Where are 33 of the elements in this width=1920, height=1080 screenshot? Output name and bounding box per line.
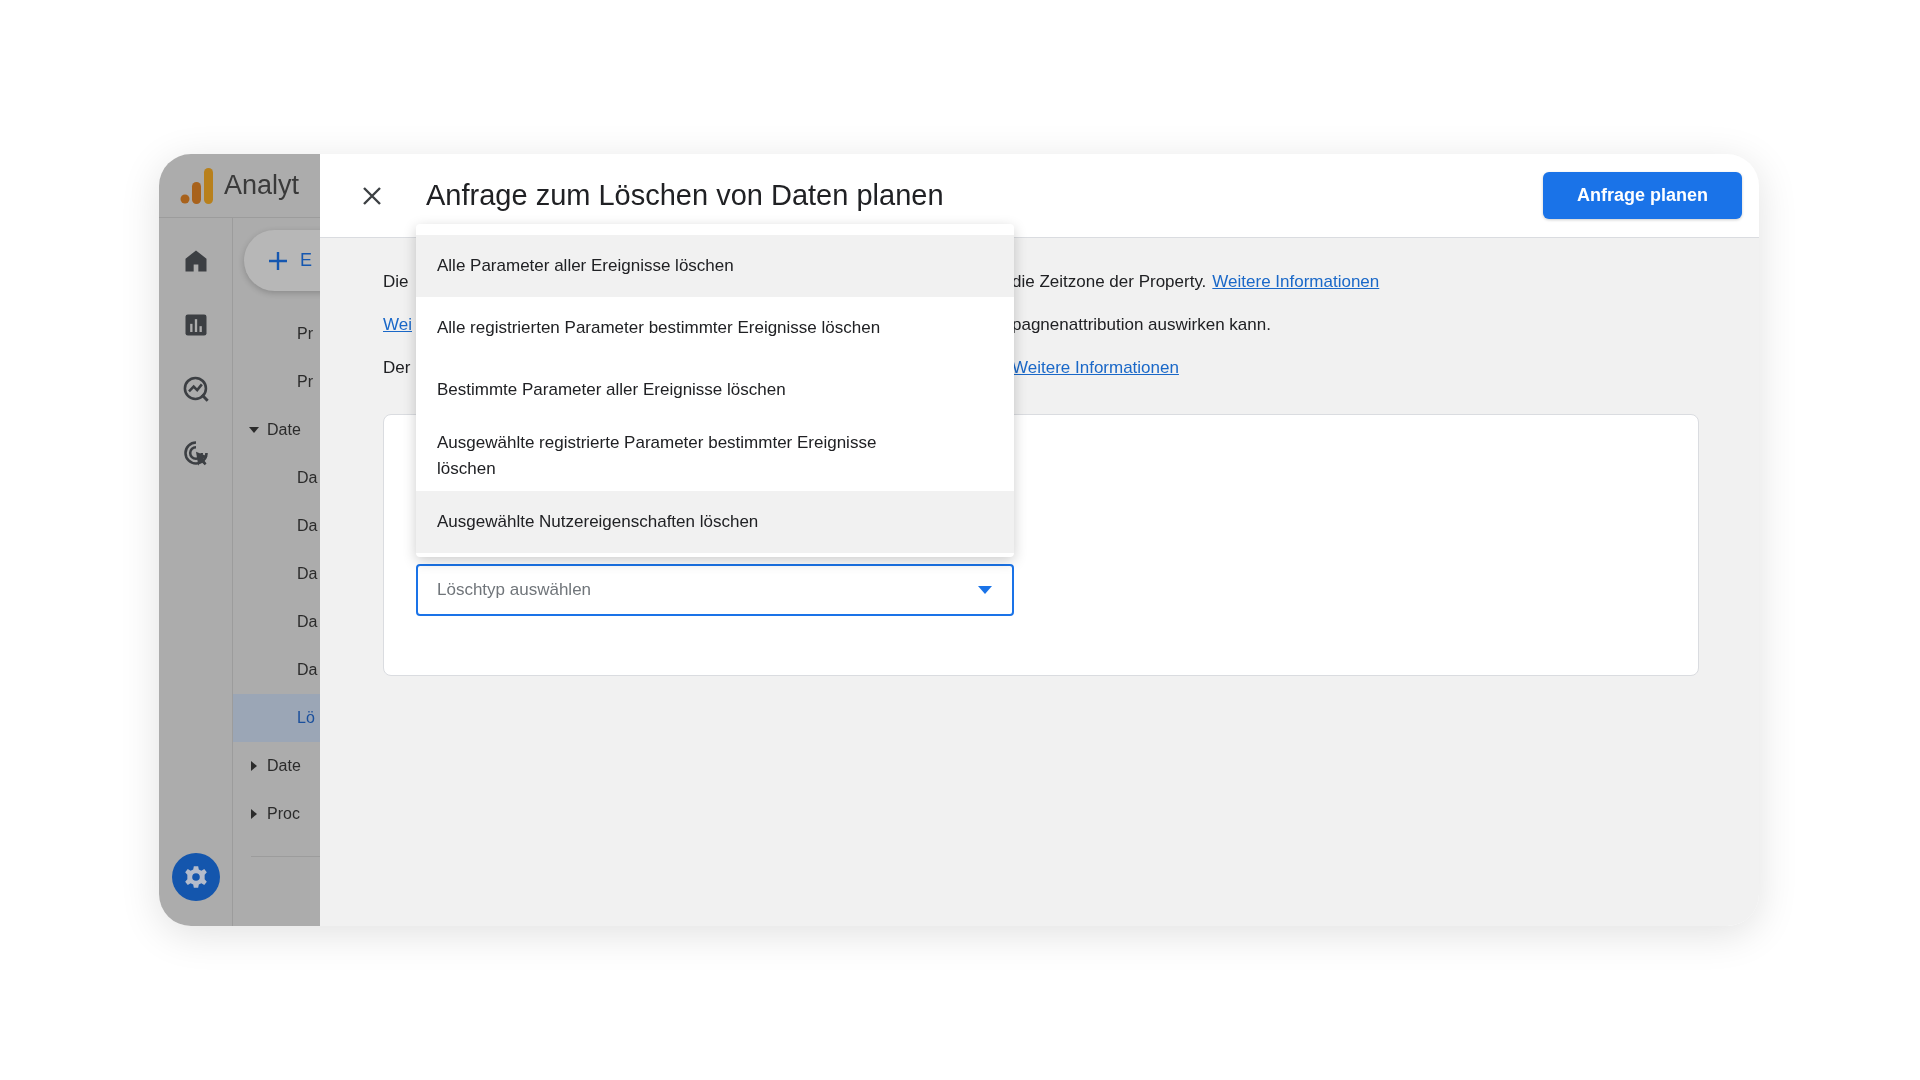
more-info-link[interactable]: Weitere Informationen [1212, 271, 1380, 292]
nav-group-label[interactable]: Date [267, 757, 301, 775]
deletion-type-select[interactable]: Löschtyp auswählen [416, 564, 1014, 616]
nav-item[interactable]: Pr [233, 358, 320, 406]
more-info-link[interactable]: Wei [383, 314, 412, 335]
bar-chart-logo-icon [180, 167, 214, 204]
nav-item[interactable]: Da [233, 454, 320, 502]
nav-group-label[interactable]: Date [267, 421, 301, 439]
nav-item[interactable]: Da [233, 550, 320, 598]
product-name: Analyt [224, 170, 300, 201]
schedule-request-button[interactable]: Anfrage planen [1543, 172, 1742, 219]
notice-text: pagnenattribution auswirken kann. [1012, 314, 1271, 335]
menu-option[interactable]: Alle registrierten Parameter bestimmter Ereignisse löschen [416, 297, 1014, 359]
notice-text: Der [383, 357, 411, 378]
more-info-link[interactable]: Weitere Informationen [1012, 357, 1179, 378]
dialog-title: Anfrage zum Löschen von Daten planen [426, 179, 944, 212]
nav-group-label[interactable]: Proc [267, 805, 300, 823]
nav-item[interactable]: Pr [233, 310, 320, 358]
cursor-target-icon[interactable] [181, 439, 210, 467]
settings-icon [182, 864, 209, 890]
notice-text: Die [383, 271, 409, 292]
trend-chart-icon[interactable] [181, 375, 210, 403]
nav-item[interactable]: Da [233, 598, 320, 646]
dropdown-caret-icon [978, 586, 992, 594]
nav-item[interactable]: Lö [233, 694, 320, 742]
nav-item[interactable]: Da [233, 646, 320, 694]
create-button[interactable]: E [244, 230, 320, 291]
menu-option[interactable]: Ausgewählte Nutzereigenschaften löschen [416, 491, 1014, 553]
settings-button[interactable] [171, 853, 220, 901]
nav-item[interactable]: Da [233, 502, 320, 550]
menu-option[interactable]: Ausgewählte registrierte Parameter bestimmter Ereignisse löschen [416, 421, 1014, 491]
menu-option[interactable]: Bestimmte Parameter aller Ereignisse löschen [416, 359, 1014, 421]
menu-option[interactable]: Alle Parameter aller Ereignisse löschen [416, 235, 1014, 297]
